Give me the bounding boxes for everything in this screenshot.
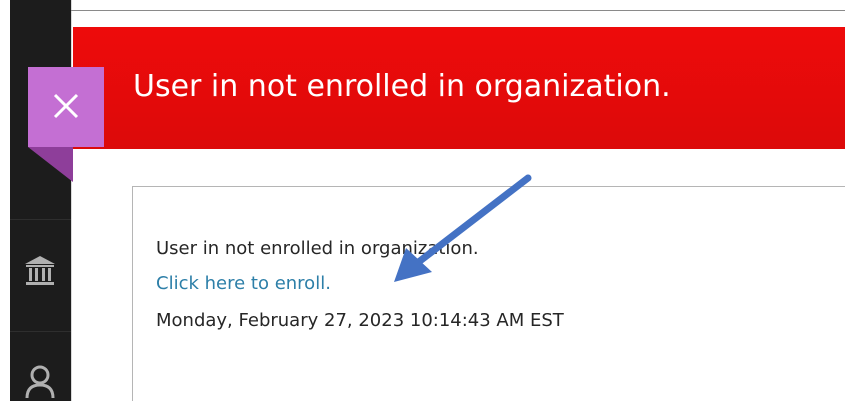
institution-icon[interactable]: [22, 253, 58, 289]
error-message: User in not enrolled in organization.: [156, 238, 479, 259]
nav-rail: [10, 0, 71, 401]
close-button[interactable]: [28, 67, 104, 147]
enroll-link[interactable]: Click here to enroll.: [156, 271, 331, 297]
top-rule: [71, 10, 845, 11]
close-tab-fold: [28, 147, 73, 182]
nav-divider: [10, 219, 71, 220]
user-icon[interactable]: [22, 362, 58, 399]
message-card: User in not enrolled in organization. Cl…: [132, 186, 845, 401]
left-edge: [0, 0, 10, 401]
banner-title: User in not enrolled in organization.: [133, 69, 671, 104]
close-icon: [52, 92, 80, 120]
error-banner: User in not enrolled in organization.: [73, 27, 845, 149]
nav-divider: [10, 331, 71, 332]
timestamp: Monday, February 27, 2023 10:14:43 AM ES…: [156, 310, 564, 331]
